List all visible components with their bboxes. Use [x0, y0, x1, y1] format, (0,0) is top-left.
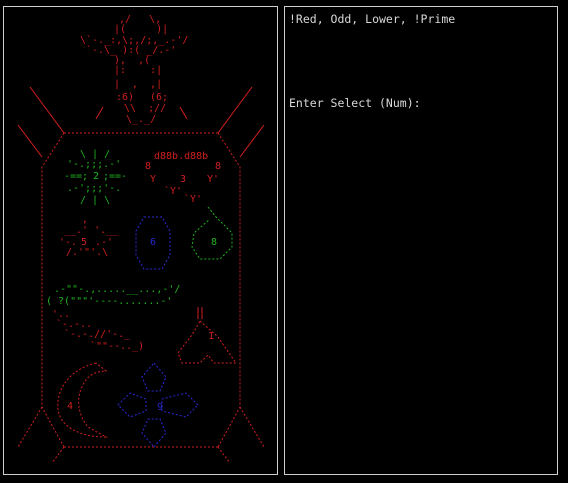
svg-text:|( )|: |( )|	[114, 24, 168, 35]
piece-9-number: 9	[157, 402, 163, 413]
selection-prompt[interactable]: Enter Select (Num):	[289, 96, 421, 110]
svg-text:| , ,|: | , ,|	[114, 79, 162, 90]
piece-3[interactable]: d88b.d88b 8 8 Y 3 Y' `Y' `Y'	[145, 151, 221, 205]
svg-text:__.' '.__: __.' '.__	[64, 225, 119, 236]
piece-3-number: 3	[180, 174, 186, 185]
svg-text:'-.;;;.-': '-.;;;.-'	[67, 159, 121, 170]
terminal-panel: !Red, Odd, Lower, !Prime Enter Select (N…	[284, 6, 558, 475]
svg-text:/.'"'.\: /.'"'.\	[66, 247, 108, 258]
svg-text:-==;: -==;	[64, 171, 88, 182]
piece-6-number: 6	[150, 237, 156, 248]
svg-text:.-""-.,.....__...,-'/: .-""-.,.....__...,-'/	[54, 284, 180, 295]
green-creature: .-""-.,.....__...,-'/ ( ?("""'----......…	[46, 284, 180, 307]
svg-text:Y': Y'	[207, 174, 219, 185]
svg-text:.-';;;'-.: .-';;;'-.	[67, 183, 121, 194]
piece-1[interactable]: 1	[177, 307, 237, 364]
piece-2[interactable]: \ | / '-.;;;.-' -==; 2 ;==- .-';;;'-. / …	[64, 149, 127, 206]
svg-text:8: 8	[215, 161, 221, 172]
svg-text:|: :|: |: :|	[114, 65, 162, 76]
piece-4-number: 4	[67, 401, 73, 412]
piece-4[interactable]: 4	[57, 362, 108, 438]
svg-text:,: ,	[82, 214, 88, 225]
game-board-art: ,/ \, |( )| \`-._:,\;,/;,_.-'/ `-.\_ ):(…	[17, 14, 265, 464]
svg-text:`""--.._): `""--.._)	[90, 340, 144, 352]
piece-1-number: 1	[208, 331, 214, 342]
svg-text:\\ ;//: \\ ;//	[124, 103, 166, 114]
svg-text:`Y': `Y'	[164, 185, 182, 197]
red-tail: '.. `-.-.. `-.-.//'-._ `""--.._)	[52, 309, 144, 352]
eye-right: (6;	[150, 92, 168, 103]
top-creature: ,/ \, |( )| \`-._:,\;,/;,_.-'/ `-.\_ ):(…	[80, 14, 188, 125]
svg-text:`Y': `Y'	[184, 193, 202, 205]
svg-text:`-.-.//'-._: `-.-.//'-._	[64, 328, 131, 340]
piece-8-number: 8	[211, 237, 217, 248]
game-board-panel: ,/ \, |( )| \`-._:,\;,/;,_.-'/ `-.\_ ):(…	[3, 6, 278, 475]
eye-left: :6)	[116, 92, 134, 103]
svg-text:\_._/: \_._/	[126, 114, 156, 125]
piece-5[interactable]: , __.' '.__ '-. 5 .-' /.'"'.\	[59, 214, 119, 258]
svg-text:( ?("""'----.......-': ( ?("""'----.......-'	[46, 296, 172, 307]
piece-9[interactable]: 9	[117, 362, 199, 448]
svg-text:Y: Y	[150, 174, 156, 185]
svg-text:;==-: ;==-	[103, 171, 127, 182]
svg-text:/ | \: / | \	[80, 195, 110, 206]
piece-3-label: d88b.d88b	[154, 151, 208, 162]
piece-6[interactable]: 6	[135, 216, 171, 270]
clue-text: !Red, Odd, Lower, !Prime	[289, 12, 456, 26]
svg-text:8: 8	[145, 161, 151, 172]
piece-2-number: 2	[93, 171, 99, 182]
piece-8[interactable]: 8	[191, 206, 233, 260]
